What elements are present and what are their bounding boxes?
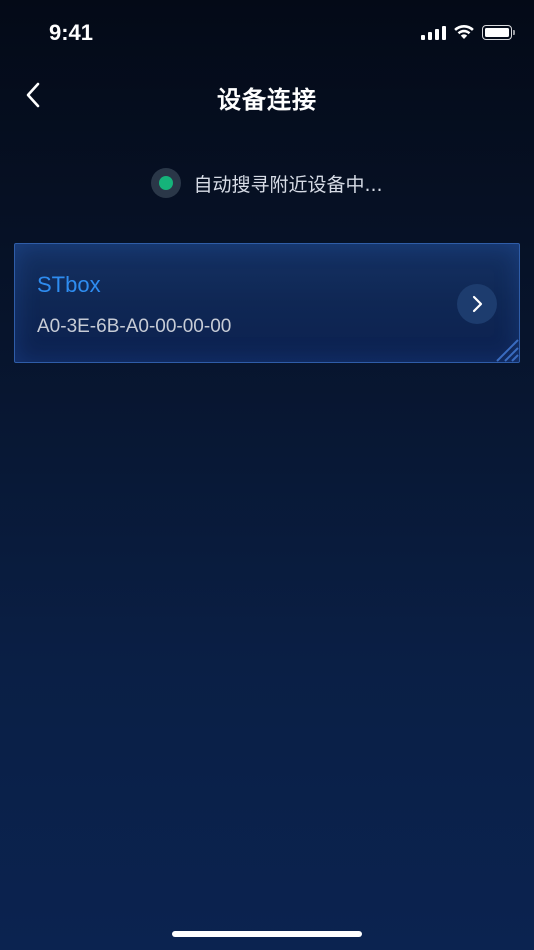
status-time: 9:41 xyxy=(49,20,94,45)
device-connect-button[interactable] xyxy=(457,284,497,324)
status-dot xyxy=(159,176,174,190)
card-corner-decoration xyxy=(496,339,519,362)
scan-status-text: 自动搜寻附近设备中... xyxy=(193,173,383,196)
cellular-signal-icon xyxy=(421,25,446,40)
status-icons xyxy=(421,24,515,40)
device-mac-address: A0-3E-6B-A0-00-00-00 xyxy=(37,316,232,337)
device-card[interactable]: STbox A0-3E-6B-A0-00-00-00 xyxy=(14,243,520,363)
device-name: STbox xyxy=(37,272,101,297)
page-title: 设备连接 xyxy=(217,86,317,114)
status-bar: 9:41 xyxy=(0,0,534,66)
battery-icon xyxy=(482,24,515,40)
nav-bar: 设备连接 xyxy=(0,66,534,124)
scanning-indicator-icon xyxy=(151,168,182,198)
home-indicator[interactable] xyxy=(172,931,362,937)
wifi-icon xyxy=(454,24,474,39)
scan-status: 自动搜寻附近设备中... xyxy=(0,168,534,198)
chevron-right-icon xyxy=(472,295,483,313)
